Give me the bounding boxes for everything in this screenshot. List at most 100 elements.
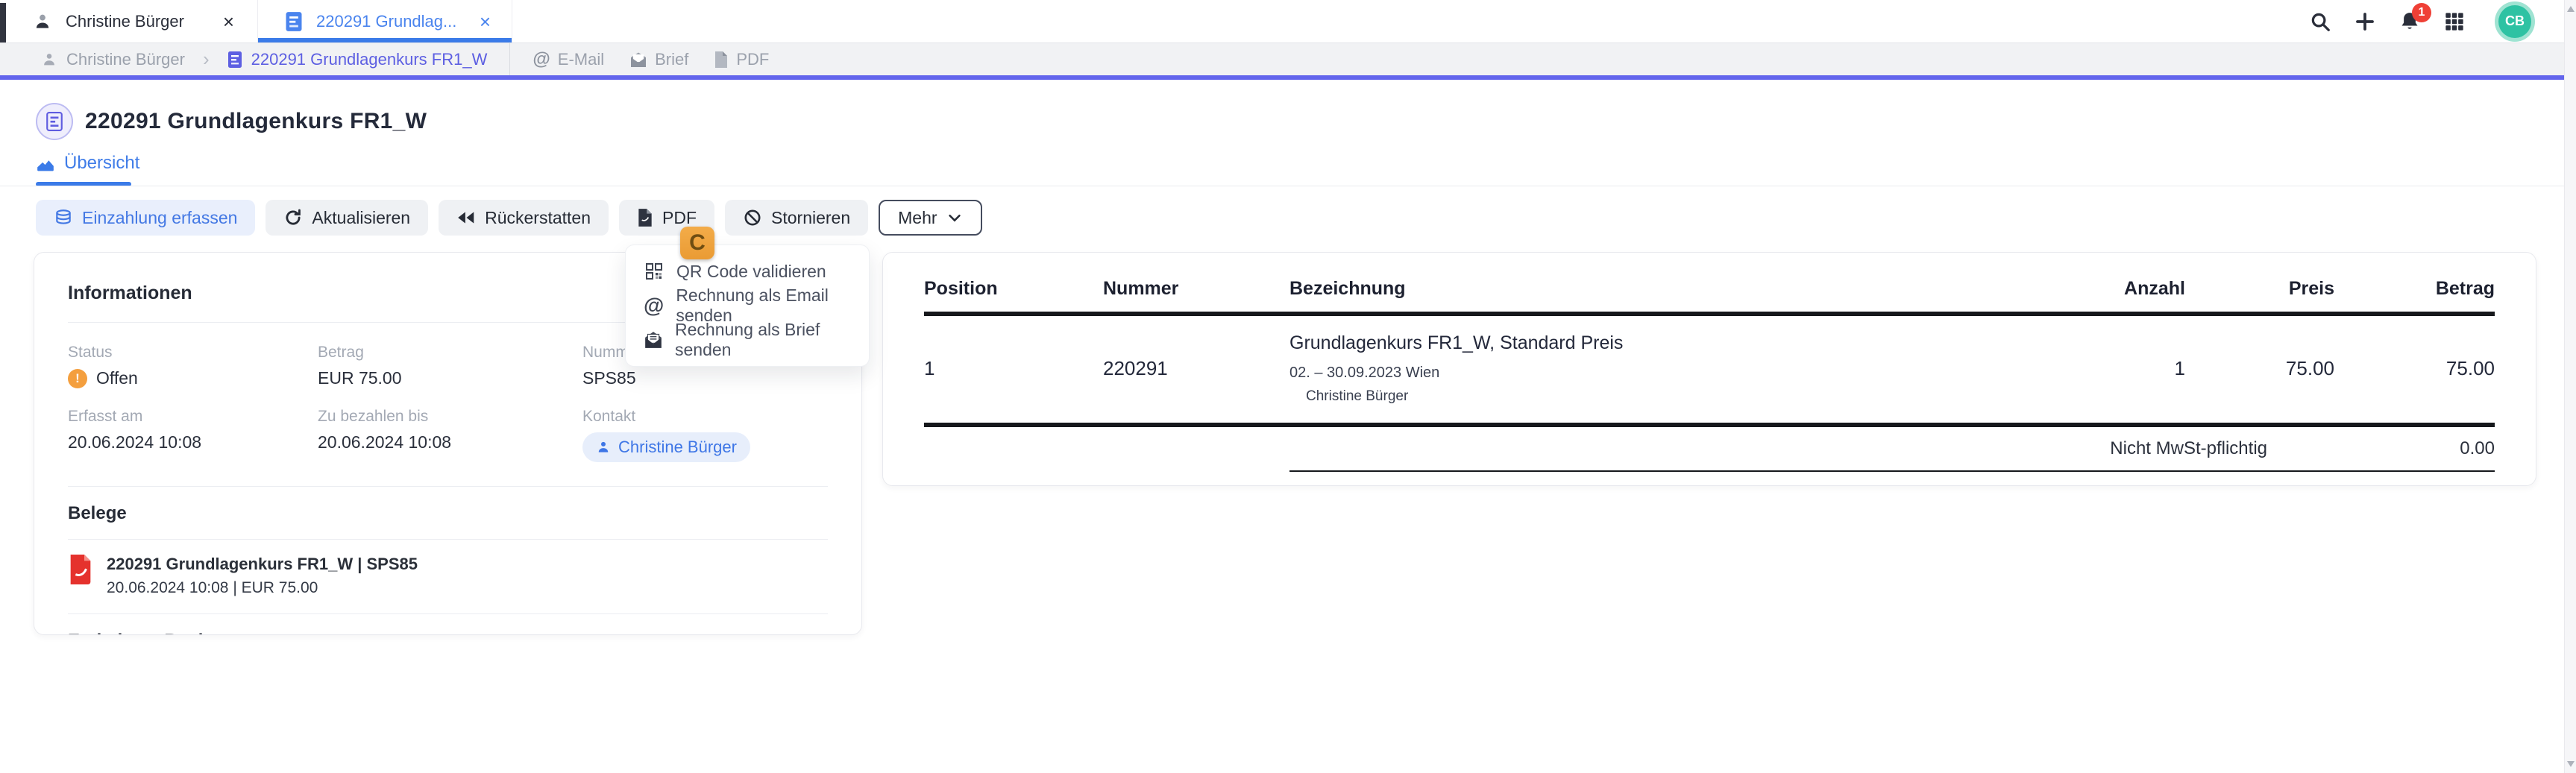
contact-name: Christine Bürger (618, 438, 737, 457)
einzahlung-erfassen-button[interactable]: Einzahlung erfassen (36, 200, 255, 236)
position-title: Grundlagenkurs FR1_W, Standard Preis (1289, 332, 2036, 354)
tab-uebersicht[interactable]: Übersicht (36, 153, 139, 174)
table-row: 1 220291 Grundlagenkurs FR1_W, Standard … (924, 316, 2495, 427)
qr-code-icon (644, 262, 665, 280)
scroll-up-arrow-icon[interactable] (2567, 6, 2575, 12)
mehr-dropdown-menu: QR Code validieren @ Rechnung als Email … (625, 244, 870, 367)
close-icon[interactable]: × (223, 12, 234, 31)
breadcrumb-action-brief[interactable]: Brief (629, 50, 688, 69)
belege-title: Belege (68, 503, 828, 524)
breadcrumb-label: Christine Bürger (66, 50, 185, 69)
window-tab-label: 220291 Grundlag... (316, 12, 456, 31)
window-tab-invoice[interactable]: 220291 Grundlag... × (257, 0, 512, 42)
avatar[interactable]: CB (2498, 5, 2531, 38)
field-status: Status ! Offen (68, 344, 318, 388)
apps-grid-icon[interactable] (2442, 9, 2467, 34)
breadcrumb-action-email[interactable]: @ E-Mail (533, 49, 604, 70)
menu-item-rechnung-brief[interactable]: Rechnung als Brief senden (626, 323, 869, 357)
page-title: 220291 Grundlagenkurs FR1_W (85, 109, 427, 134)
field-label: Status (68, 344, 318, 362)
cell-anzahl: 1 (2036, 357, 2185, 380)
at-sign-icon: @ (533, 49, 550, 70)
aktualisieren-button[interactable]: Aktualisieren (266, 200, 428, 236)
button-label: Rückerstatten (485, 208, 591, 228)
cell-nummer: 220291 (1103, 357, 1289, 380)
field-label: Erfasst am (68, 408, 318, 426)
search-icon[interactable] (2308, 9, 2333, 34)
sidebar-edge (0, 3, 6, 42)
button-label: Aktualisieren (312, 208, 410, 228)
breadcrumb-item-invoice[interactable]: 220291 Grundlagenkurs FR1_W (227, 50, 488, 69)
summary-label: Nicht MwSt-pflichtig (1289, 438, 2334, 459)
summary-row-total: Rechnungsbetrag EUR 75.00 (1289, 472, 2495, 486)
breadcrumb-action-pdf[interactable]: PDF (714, 50, 769, 69)
breadcrumb: Christine Bürger › 220291 Grundlagenkurs… (0, 42, 2576, 75)
menu-item-rechnung-email[interactable]: @ Rechnung als Email senden (626, 288, 869, 323)
field-label: Kontakt (582, 408, 828, 426)
divider (68, 539, 828, 540)
field-value: Offen (96, 368, 138, 388)
notifications-bell-icon[interactable]: 1 (2397, 9, 2422, 34)
col-header-betrag: Betrag (2334, 278, 2495, 300)
mehr-button[interactable]: Mehr (879, 200, 981, 236)
cell-position: 1 (924, 357, 1103, 380)
beleg-item[interactable]: 220291 Grundlagenkurs FR1_W | SPS85 20.0… (68, 555, 828, 597)
button-label: Mehr (898, 208, 937, 228)
status-warning-icon: ! (68, 369, 87, 388)
action-label: E-Mail (558, 50, 604, 69)
breadcrumb-item-contact[interactable]: Christine Bürger (41, 50, 185, 69)
chevron-right-icon: › (203, 48, 210, 71)
menu-item-qr-validieren[interactable]: QR Code validieren (626, 254, 869, 288)
toolbar: Einzahlung erfassen Aktualisieren Rücker… (36, 200, 982, 236)
envelope-icon (629, 51, 647, 68)
cell-preis: 75.00 (2185, 357, 2334, 380)
cancel-icon (743, 208, 762, 227)
field-erfasst-am: Erfasst am 20.06.2024 10:08 (68, 408, 318, 462)
col-header-anzahl: Anzahl (2036, 278, 2185, 300)
pdf-file-icon (68, 555, 93, 584)
beleg-title: 220291 Grundlagenkurs FR1_W | SPS85 (107, 555, 418, 574)
scrollbar[interactable] (2564, 0, 2576, 773)
rueckerstatten-button[interactable]: Rückerstatten (439, 200, 609, 236)
window-tab-bar: Christine Bürger × 220291 Grundlag... × … (0, 0, 2576, 42)
tab-label: Übersicht (64, 153, 139, 174)
action-label: PDF (736, 50, 769, 69)
summary-label: Rechnungsbetrag EUR (1289, 483, 2334, 486)
contact-link[interactable]: Christine Bürger (582, 432, 750, 462)
accent-divider (0, 75, 2576, 80)
notification-count-badge: 1 (2412, 3, 2431, 22)
coins-icon (54, 208, 73, 227)
stornieren-button[interactable]: Stornieren (725, 200, 868, 236)
chevron-down-icon (946, 209, 963, 226)
field-betrag: Betrag EUR 75.00 (318, 344, 582, 388)
field-value: 20.06.2024 10:08 (318, 432, 582, 452)
field-value: 20.06.2024 10:08 (68, 432, 318, 452)
cell-bezeichnung: Grundlagenkurs FR1_W, Standard Preis 02.… (1289, 332, 2036, 405)
refresh-icon (283, 208, 303, 227)
envelope-open-icon (644, 330, 663, 350)
position-person: Christine Bürger (1306, 388, 2036, 405)
col-header-nummer: Nummer (1103, 278, 1289, 300)
field-zu-bezahlen-bis: Zu bezahlen bis 20.06.2024 10:08 (318, 408, 582, 462)
invoice-document-icon (36, 103, 73, 140)
menu-item-label: QR Code validieren (676, 262, 826, 282)
col-header-preis: Preis (2185, 278, 2334, 300)
divider (68, 486, 828, 487)
scroll-down-arrow-icon[interactable] (2567, 761, 2575, 767)
col-header-position: Position (924, 278, 1103, 300)
page-header: 220291 Grundlagenkurs FR1_W (36, 103, 427, 140)
window-tab-label: Christine Bürger (66, 12, 184, 31)
table-header-row: Position Nummer Bezeichnung Anzahl Preis… (924, 253, 2495, 316)
field-label: Betrag (318, 344, 582, 362)
breadcrumb-label: 220291 Grundlagenkurs FR1_W (251, 50, 488, 69)
add-icon[interactable] (2352, 9, 2378, 34)
menu-item-label: Rechnung als Brief senden (675, 320, 851, 360)
action-label: Brief (655, 50, 688, 69)
summary-value: 0.00 (2334, 438, 2495, 459)
topbar-actions: 1 CB (2308, 0, 2531, 42)
beleg-subtitle: 20.06.2024 10:08 | EUR 75.00 (107, 579, 418, 597)
window-tab-contact[interactable]: Christine Bürger × (6, 0, 255, 42)
field-kontakt: Kontakt Christine Bürger (582, 408, 828, 462)
annotation-marker-c: C (680, 227, 714, 259)
close-icon[interactable]: × (480, 12, 491, 31)
